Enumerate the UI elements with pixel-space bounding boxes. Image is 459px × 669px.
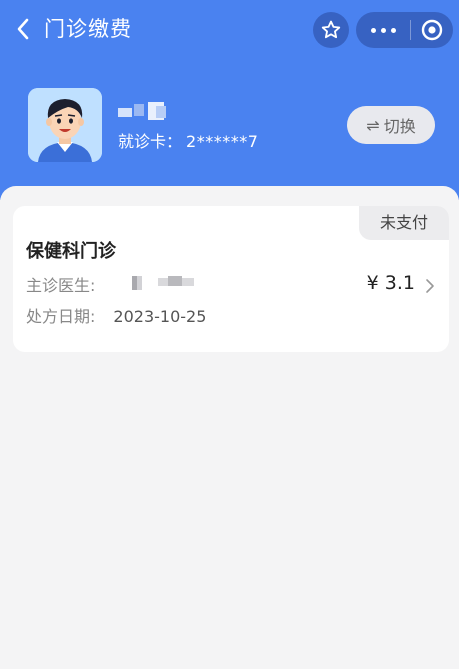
page-title: 门诊缴费	[44, 17, 132, 41]
back-button[interactable]	[10, 14, 36, 44]
star-icon	[321, 20, 341, 39]
date-row: 处方日期: 2023-10-25	[26, 303, 206, 327]
medical-card-label: 就诊卡：	[118, 132, 183, 151]
amount: ¥ 3.1	[366, 272, 415, 294]
switch-label: 切换	[383, 117, 416, 136]
status-badge: 未支付	[359, 206, 449, 240]
favorite-button[interactable]	[313, 12, 349, 48]
doctor-name-redacted	[132, 276, 196, 290]
chevron-right-icon	[426, 279, 434, 293]
medical-card: 就诊卡： 2******7	[118, 130, 258, 154]
mini-program-capsule	[356, 12, 453, 48]
doctor-label: 主诊医生:	[26, 276, 96, 295]
more-button[interactable]	[356, 12, 410, 48]
department-name: 保健科门诊	[26, 241, 116, 262]
avatar	[28, 88, 102, 162]
more-dots-icon	[370, 27, 376, 33]
close-button[interactable]	[411, 12, 453, 48]
switch-arrows-icon: ⇌	[366, 115, 380, 135]
bill-card[interactable]: 未支付 保健科门诊 主诊医生: 处方日期: 2023-10-25 ¥ 3.1	[13, 206, 449, 352]
medical-card-number: 2******7	[186, 132, 259, 151]
chevron-left-icon	[17, 18, 29, 40]
boy-avatar-icon	[28, 88, 102, 162]
patient-name-redacted	[118, 102, 174, 122]
target-close-icon	[421, 19, 443, 41]
doctor-row: 主诊医生:	[26, 272, 194, 296]
switch-patient-button[interactable]: ⇌ 切换	[347, 106, 435, 144]
prescription-date: 2023-10-25	[113, 307, 207, 326]
page-header: 门诊缴费 就诊卡： 2******7 ⇌ 切换	[0, 0, 459, 200]
date-label: 处方日期:	[26, 307, 96, 326]
